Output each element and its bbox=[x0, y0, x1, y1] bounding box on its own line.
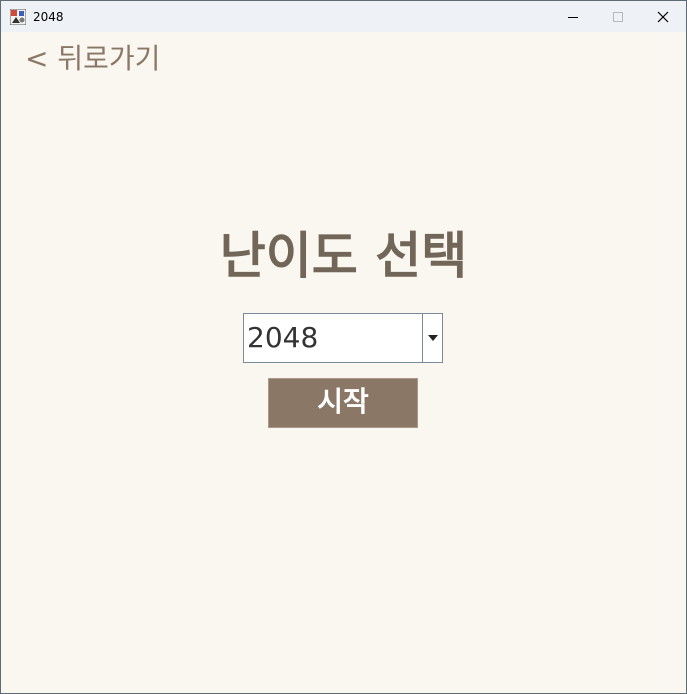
window-title: 2048 bbox=[33, 10, 64, 24]
page-title: 난이도 선택 bbox=[219, 227, 468, 285]
dropdown-arrow-button[interactable] bbox=[422, 313, 443, 363]
caret-down-icon bbox=[427, 335, 438, 341]
difficulty-select[interactable]: 2048 bbox=[243, 313, 443, 363]
close-icon bbox=[657, 11, 669, 22]
app-icon bbox=[9, 8, 27, 26]
close-button[interactable] bbox=[640, 1, 686, 32]
maximize-button[interactable] bbox=[595, 1, 641, 32]
app-window: 2048 < 뒤로가기 난이도 선택 2048 시작 bbox=[0, 0, 687, 694]
maximize-icon bbox=[613, 11, 623, 22]
start-button[interactable]: 시작 bbox=[268, 378, 418, 428]
difficulty-select-value: 2048 bbox=[247, 321, 319, 354]
minimize-button[interactable] bbox=[550, 1, 596, 32]
title-bar[interactable]: 2048 bbox=[1, 1, 686, 32]
minimize-icon bbox=[568, 16, 578, 18]
back-button[interactable]: < 뒤로가기 bbox=[25, 39, 160, 79]
